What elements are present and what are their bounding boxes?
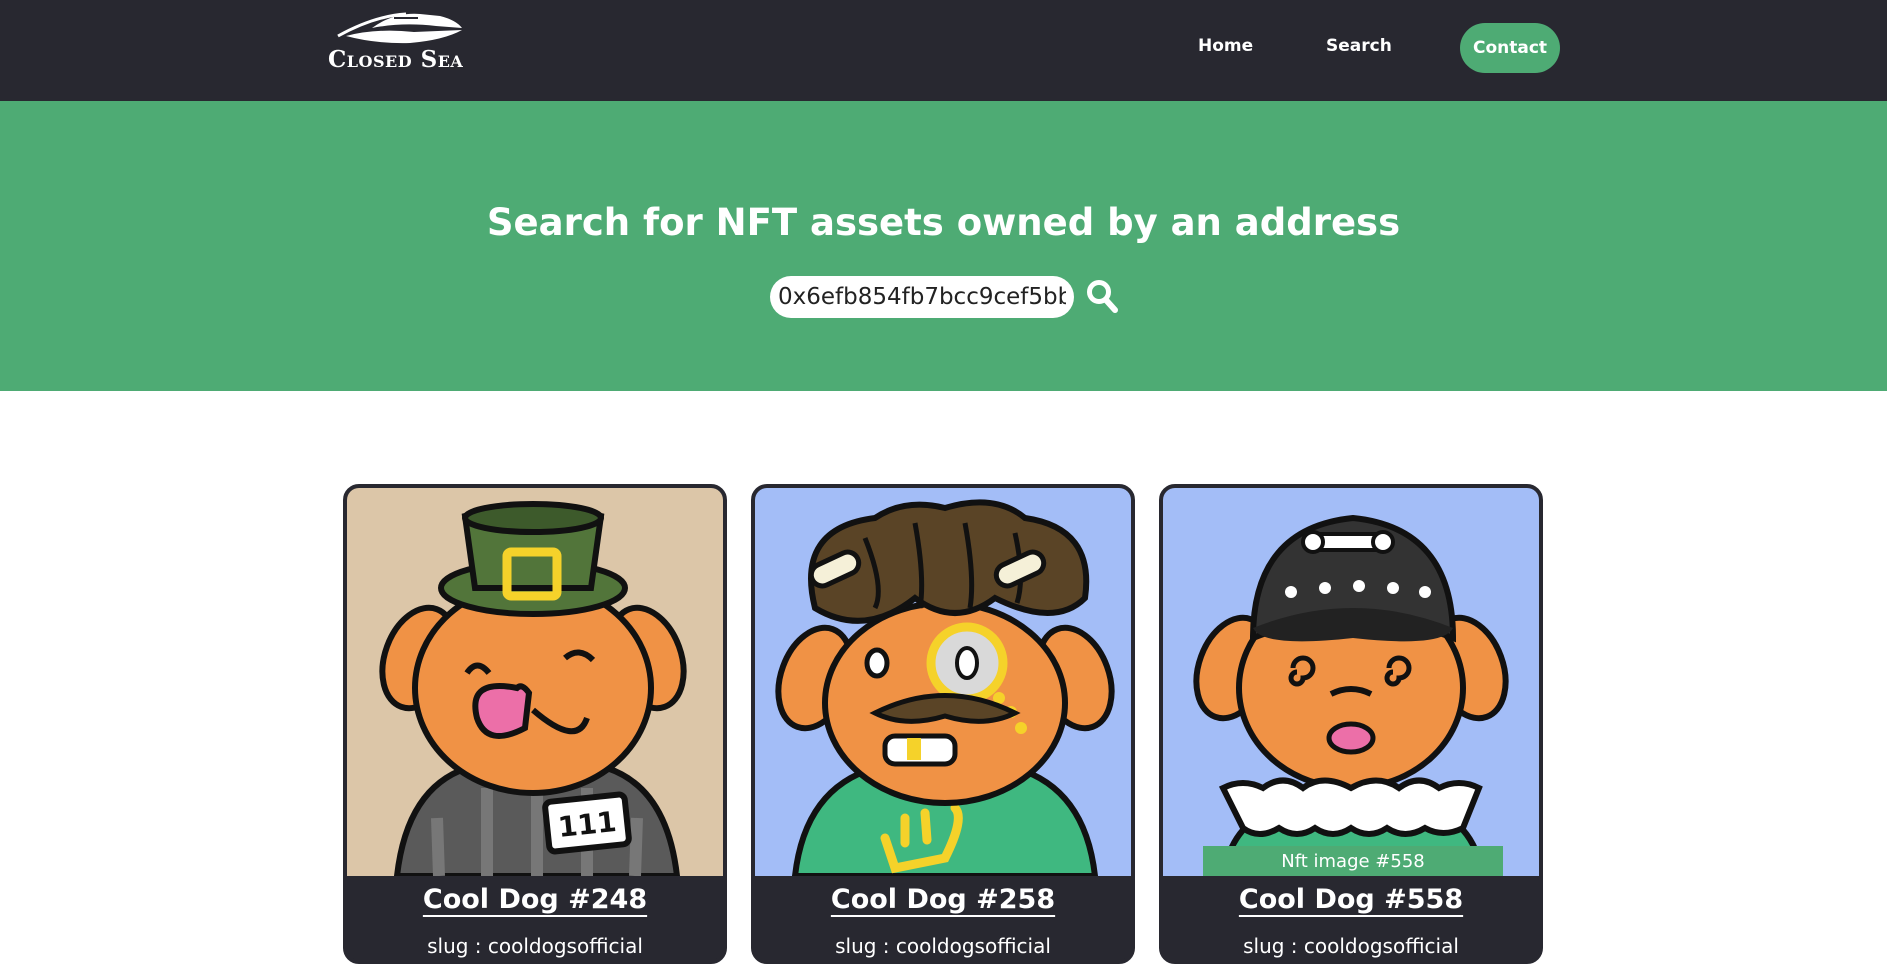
search-hero: Search for NFT assets owned by an addres… bbox=[0, 101, 1887, 391]
address-search-input[interactable] bbox=[770, 276, 1074, 318]
search-icon bbox=[1087, 280, 1118, 313]
nft-name-link[interactable]: Cool Dog #558 bbox=[1239, 884, 1463, 915]
nft-slug: slug : cooldogsofficial bbox=[1243, 934, 1459, 958]
nft-card[interactable]: 111 Cool Dog #248 slug : cooldogsofficia… bbox=[343, 484, 727, 964]
logo[interactable]: Closed Sea bbox=[328, 6, 478, 76]
nft-name-link[interactable]: Cool Dog #258 bbox=[831, 884, 1055, 915]
nft-title: Cool Dog #558 bbox=[1163, 884, 1539, 915]
logo-text: Closed Sea bbox=[328, 46, 464, 73]
cool-dog-monocle-image bbox=[755, 488, 1131, 876]
nft-name-link[interactable]: Cool Dog #248 bbox=[423, 884, 647, 915]
nft-title: Cool Dog #258 bbox=[755, 884, 1131, 915]
nft-slug: slug : cooldogsofficial bbox=[835, 934, 1051, 958]
nav-search-link[interactable]: Search bbox=[1326, 36, 1392, 56]
page-title: Search for NFT assets owned by an addres… bbox=[486, 201, 1401, 244]
nft-image-caption: Nft image #558 bbox=[1203, 846, 1503, 876]
contact-button[interactable]: Contact bbox=[1460, 23, 1560, 73]
cool-dog-leprechaun-image: 111 bbox=[347, 488, 723, 876]
nft-card[interactable]: Nft image #558 Cool Dog #558 slug : cool… bbox=[1159, 484, 1543, 964]
nft-image[interactable] bbox=[755, 488, 1131, 876]
nft-image[interactable]: Nft image #558 bbox=[1163, 488, 1539, 876]
nft-card[interactable]: Cool Dog #258 slug : cooldogsofficial bbox=[751, 484, 1135, 964]
navbar: Closed Sea Home Search Contact bbox=[0, 0, 1887, 101]
cool-dog-cap-ruff-image bbox=[1163, 488, 1539, 876]
search-button[interactable] bbox=[1086, 279, 1118, 313]
yacht-logo-icon bbox=[337, 12, 462, 44]
svg-text:111: 111 bbox=[556, 805, 618, 844]
nav-home-link[interactable]: Home bbox=[1198, 36, 1253, 56]
nft-title: Cool Dog #248 bbox=[347, 884, 723, 915]
nft-image[interactable]: 111 bbox=[347, 488, 723, 876]
nft-slug: slug : cooldogsofficial bbox=[427, 934, 643, 958]
